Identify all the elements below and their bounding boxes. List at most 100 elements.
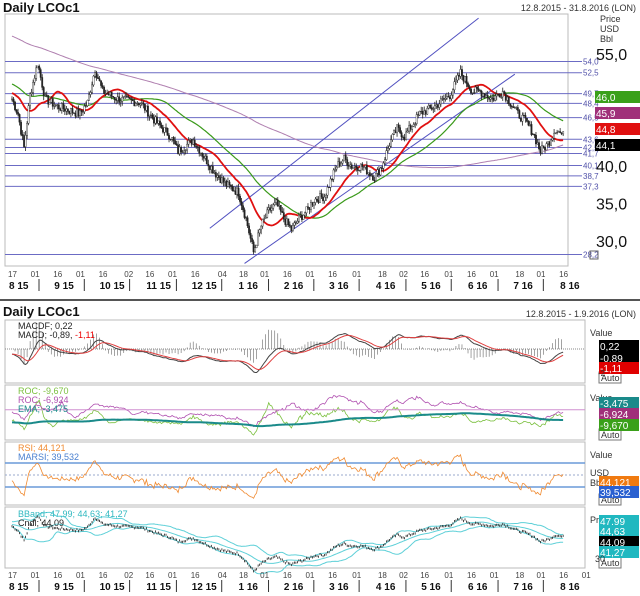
lower-x-axis-day-tick: 01 [352,571,361,580]
candle-body [107,93,110,96]
candle-body [266,209,269,218]
candle-body [373,180,376,182]
candle-body [136,103,139,105]
candle-body [465,76,468,84]
candle-body [80,110,83,113]
candle-body [353,165,356,168]
candle-body [115,99,118,101]
candle-body [483,93,486,98]
candle-body [473,92,475,94]
candle-body [334,168,337,171]
candle-body [73,112,75,114]
candle-body [79,110,81,116]
candle-body [344,154,347,160]
candle-body [328,187,330,189]
candle-body [450,94,453,100]
lower-x-axis-day-tick: 02 [399,571,408,580]
candle-body [310,202,312,210]
candle-body [282,212,285,220]
candle-body [314,198,317,203]
candle-body [313,202,315,206]
candle-body [143,104,146,111]
candle-body [39,69,42,78]
candle-body [60,103,63,111]
lower-x-axis-day-tick: 01 [31,571,40,580]
candle-body [409,125,412,130]
candle-body [301,214,303,220]
candle-body [53,105,56,107]
candle-body [468,86,471,90]
lower-chart-title: Daily LCOc1 [3,304,80,319]
candle-body [370,175,373,177]
candle-body [257,232,260,246]
candle-body [541,145,543,154]
candle-body [319,193,321,203]
candle-body [44,94,47,96]
lower-x-axis-day-tick: 18 [239,571,248,580]
candle-body [118,96,121,103]
candle-body [82,111,84,113]
candle-body [275,199,278,203]
level-label: 28,2 [583,250,599,259]
candle-body [476,86,478,89]
candle-body [169,138,172,140]
main-x-axis-day-tick: 04 [218,270,227,279]
candle-body [461,69,463,76]
candle-body [201,152,204,157]
candle-body [498,94,501,98]
candle-body [535,135,537,145]
main-x-axis-day-tick: 16 [99,270,108,279]
candle-body [311,202,314,206]
lower-x-axis-day-tick: 16 [328,571,337,580]
candle-body [455,79,457,82]
y-tick-label: 30,0 [596,234,627,251]
candle-body [368,172,371,176]
candle-body [51,98,54,107]
bband-middle-line [11,521,564,564]
candle-body [110,91,113,97]
candle-body [148,114,151,117]
candle-body [526,117,528,122]
candle-body [447,96,450,98]
candle-body [417,114,420,116]
candle-body [211,165,214,174]
candle-body [139,103,142,106]
candle-body [435,104,438,107]
candle-body [181,151,184,153]
candle-body [150,114,152,116]
candle-body [559,131,562,133]
candle-body [264,217,267,219]
candle-body [482,93,485,97]
candle-body [441,98,444,100]
lower-x-axis-day-tick: 16 [99,571,108,580]
candle-body [242,205,244,211]
candle-body [97,77,99,79]
candle-body [86,100,89,106]
candle-body [153,117,155,124]
lower-x-axis-day-tick: 01 [305,571,314,580]
candle-body [92,75,95,86]
candle-body [371,175,374,181]
candle-body [269,207,272,211]
candle-body [420,111,423,113]
bband-lower-line [11,525,564,575]
candle-body [429,105,432,108]
main-x-axis-day-tick: 01 [31,270,40,279]
candle-body [539,148,542,154]
candle-body [38,65,41,70]
candle-body [470,88,472,94]
indicator-panel-frame [4,384,586,441]
candle-body [27,105,30,124]
candle-body [554,132,557,134]
candle-body [202,156,205,159]
candle-body [272,204,275,209]
candle-body [112,96,115,98]
candle-body [248,225,250,234]
candle-body [522,115,525,117]
candle-body [273,202,276,205]
candle-body [382,162,385,169]
candle-body [263,218,266,220]
candle-body [15,109,18,113]
main-x-axis-month-label: 11 15 [146,281,171,292]
main-plot-frame [4,13,569,267]
